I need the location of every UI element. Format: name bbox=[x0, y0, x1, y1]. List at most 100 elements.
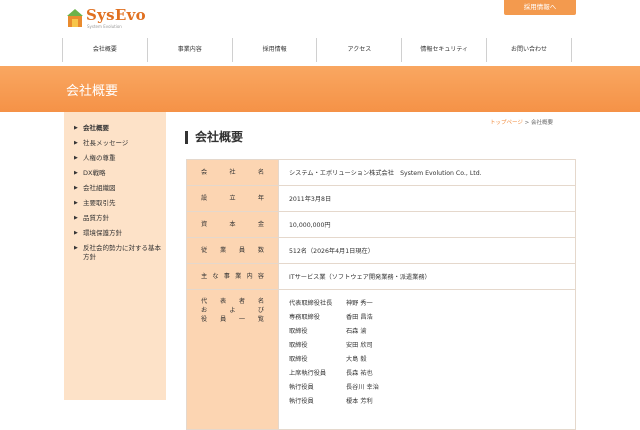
sidebar-item-label: DX戦略 bbox=[83, 169, 106, 177]
label-char: な bbox=[212, 273, 219, 280]
officers-cell: 代表取締役社長 神野 秀一 専務取締役 香田 昌浩 取締役 石森 渝 取締役 安田 欣司… bbox=[278, 289, 576, 430]
label-char: 社 bbox=[229, 169, 236, 176]
officer-name: 長森 祐也 bbox=[346, 370, 373, 377]
nav-item-business[interactable]: 事業内容 bbox=[146, 38, 232, 62]
capital-value: 10,000,000円 bbox=[278, 211, 576, 238]
officer-title: 上席執行役員 bbox=[289, 370, 327, 377]
sidebar-item-org-chart[interactable]: ▶ 会社組織図 bbox=[74, 184, 162, 193]
sidebar-item-quality[interactable]: ▶ 品質方針 bbox=[74, 214, 162, 223]
sidebar: ▶ 会社概要 ▶ 社長メッセージ ▶ 人権の尊重 ▶ DX戦略 ▶ 会社組織図 ▶ 主要取引… bbox=[64, 112, 166, 400]
nav-item-security[interactable]: 情報セキュリティ bbox=[401, 38, 486, 62]
nav-item-company[interactable]: 会社概要 bbox=[62, 38, 147, 62]
label-char: 容 bbox=[257, 273, 264, 280]
officer-name: 長谷川 幸治 bbox=[346, 384, 379, 391]
table-row: 従 業 員 数 512名（2026年4月1日現在） bbox=[186, 237, 576, 264]
breadcrumb-home-link[interactable]: トップページ bbox=[490, 120, 523, 126]
sidebar-item-company[interactable]: ▶ 会社概要 bbox=[74, 124, 162, 133]
sidebar-item-label: 会社組織図 bbox=[83, 184, 116, 192]
triangle-right-icon: ▶ bbox=[74, 215, 78, 221]
officer-title: 執行役員 bbox=[289, 384, 314, 391]
label-char: 事 bbox=[223, 273, 230, 280]
nav-item-recruit[interactable]: 採用情報 bbox=[231, 38, 317, 62]
label-char: 会 bbox=[201, 169, 208, 176]
sidebar-item-label: 環境保護方針 bbox=[83, 229, 122, 237]
sidebar-item-clients[interactable]: ▶ 主要取引先 bbox=[74, 199, 162, 208]
sidebar-item-message[interactable]: ▶ 社長メッセージ bbox=[74, 139, 162, 148]
global-nav: 会社概要 事業内容 採用情報 アクセス 情報セキュリティ お問い合わせ bbox=[62, 38, 572, 64]
label-char: 業 bbox=[219, 247, 227, 254]
sidebar-item-anti-social[interactable]: ▶ 反社会的勢力に対する基本方針 bbox=[74, 244, 162, 262]
officer-title: 取締役 bbox=[289, 342, 308, 349]
company-name-value: システム・エボリューション株式会社 System Evolution Co., … bbox=[278, 159, 576, 186]
officer-title: 代表取締役社長 bbox=[289, 300, 333, 307]
officer-title: 取締役 bbox=[289, 356, 308, 363]
recruit-button[interactable]: 採用情報へ bbox=[504, 0, 576, 15]
nav-item-access[interactable]: アクセス bbox=[316, 38, 401, 62]
list-item: 取締役 安田 欣司 bbox=[289, 339, 565, 353]
sidebar-item-dx[interactable]: ▶ DX戦略 bbox=[74, 169, 162, 178]
officer-name: 神野 秀一 bbox=[346, 300, 373, 307]
triangle-right-icon: ▶ bbox=[74, 155, 78, 161]
officer-name: 石森 渝 bbox=[346, 328, 367, 335]
label-char: 金 bbox=[257, 221, 264, 228]
table-row: 会 社 名 システム・エボリューション株式会社 System Evolution… bbox=[186, 159, 576, 186]
table-row: 代 表 者 名 お よ び 役 員 一 覧 代表取締役社長 神野 秀一 専務取締… bbox=[186, 289, 576, 430]
triangle-right-icon: ▶ bbox=[74, 170, 78, 176]
list-item: 執行役員 榎本 芳利 bbox=[289, 395, 565, 409]
officer-title: 専務取締役 bbox=[289, 314, 320, 321]
list-item: 取締役 石森 渝 bbox=[289, 325, 565, 339]
logo-text: SysEvo bbox=[86, 6, 146, 24]
officer-title: 執行役員 bbox=[289, 398, 314, 405]
sidebar-item-label: 反社会的勢力に対する基本方針 bbox=[83, 244, 161, 261]
hero-banner: 会社概要 bbox=[0, 66, 640, 112]
row-label: 主 な 事 業 内 容 bbox=[186, 263, 279, 290]
list-item: 執行役員 長谷川 幸治 bbox=[289, 381, 565, 395]
label-char: 者 bbox=[238, 298, 246, 305]
label-char: 名 bbox=[257, 169, 264, 176]
sidebar-item-label: 社長メッセージ bbox=[83, 139, 129, 147]
nav-item-contact[interactable]: お問い合わせ bbox=[486, 38, 572, 62]
sidebar-item-label: 主要取引先 bbox=[83, 199, 116, 207]
breadcrumb-current: 会社概要 bbox=[531, 120, 554, 126]
sidebar-item-environment[interactable]: ▶ 環境保護方針 bbox=[74, 229, 162, 238]
label-char: 資 bbox=[201, 221, 208, 228]
triangle-right-icon: ▶ bbox=[74, 230, 78, 236]
established-value: 2011年3月8日 bbox=[278, 185, 576, 212]
sidebar-menu: ▶ 会社概要 ▶ 社長メッセージ ▶ 人権の尊重 ▶ DX戦略 ▶ 会社組織図 ▶ 主要取引… bbox=[74, 124, 162, 268]
label-char: 役 bbox=[201, 316, 208, 323]
table-row: 資 本 金 10,000,000円 bbox=[186, 211, 576, 238]
label-char: よ bbox=[229, 307, 236, 314]
label-char: お bbox=[201, 307, 208, 314]
label-char: 数 bbox=[257, 247, 264, 254]
house-logo-icon bbox=[67, 9, 83, 27]
officer-name: 安田 欣司 bbox=[346, 342, 373, 349]
officers-list: 代表取締役社長 神野 秀一 専務取締役 香田 昌浩 取締役 石森 渝 取締役 安田 欣司… bbox=[289, 290, 565, 409]
sidebar-item-label: 人権の尊重 bbox=[83, 154, 116, 162]
label-char: 主 bbox=[201, 273, 208, 280]
row-label: 代 表 者 名 お よ び 役 員 一 覧 bbox=[186, 289, 279, 430]
triangle-right-icon: ▶ bbox=[74, 185, 78, 191]
breadcrumb-separator: > bbox=[524, 120, 530, 126]
label-char: 員 bbox=[219, 316, 227, 323]
label-char: 員 bbox=[238, 247, 246, 254]
triangle-right-icon: ▶ bbox=[74, 125, 78, 131]
header-bar: SysEvo System Evolution 採用情報へ bbox=[0, 0, 640, 40]
label-char: 代 bbox=[201, 298, 208, 305]
sidebar-item-human-rights[interactable]: ▶ 人権の尊重 bbox=[74, 154, 162, 163]
list-item: 上席執行役員 長森 祐也 bbox=[289, 367, 565, 381]
label-char: び bbox=[257, 307, 264, 314]
triangle-right-icon: ▶ bbox=[74, 245, 78, 251]
triangle-right-icon: ▶ bbox=[74, 140, 78, 146]
label-char: 一 bbox=[238, 316, 246, 323]
breadcrumb: トップページ > 会社概要 bbox=[490, 118, 553, 126]
list-item: 専務取締役 香田 昌浩 bbox=[289, 311, 565, 325]
business-value: ITサービス業（ソフトウェア開発業務・派遣業務） bbox=[278, 263, 576, 290]
table-row: 設 立 年 2011年3月8日 bbox=[186, 185, 576, 212]
row-label: 資 本 金 bbox=[186, 211, 279, 238]
label-char: 設 bbox=[201, 195, 208, 202]
logo-subtext: System Evolution bbox=[87, 24, 122, 29]
hero-title: 会社概要 bbox=[66, 84, 119, 99]
label-char: 立 bbox=[229, 195, 236, 202]
page-title: 会社概要 bbox=[185, 131, 243, 144]
site-logo[interactable]: SysEvo System Evolution bbox=[66, 6, 146, 32]
